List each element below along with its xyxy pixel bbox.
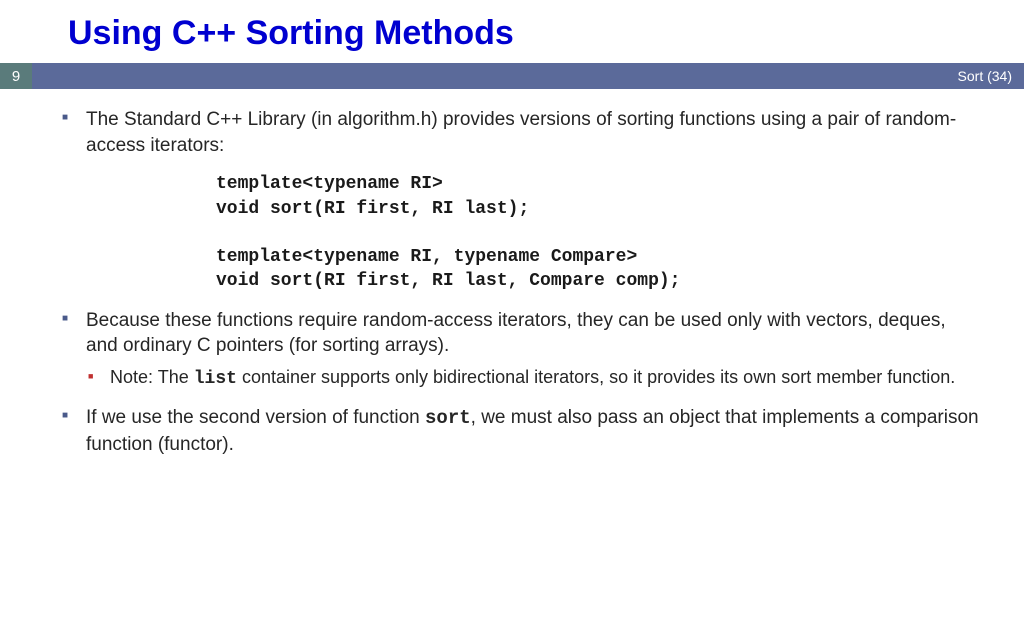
inline-code-sort: sort <box>425 407 471 429</box>
inline-code-list: list <box>194 369 237 389</box>
slide-title: Using C++ Sorting Methods <box>0 0 1024 63</box>
bullet-2-sub-pre: Note: The <box>110 367 194 387</box>
bullet-2: Because these functions require random-a… <box>62 308 980 392</box>
header-bar: 9 Sort (34) <box>0 63 1024 89</box>
code-block: template<typename RI> void sort(RI first… <box>216 172 980 293</box>
bullet-2-sub: Note: The list container supports only b… <box>86 365 980 391</box>
bullet-1: The Standard C++ Library (in algorithm.h… <box>62 107 980 294</box>
bullet-3-pre: If we use the second version of function <box>86 407 425 428</box>
footer-right: Sort (34) <box>958 63 1024 89</box>
bullet-1-text: The Standard C++ Library (in algorithm.h… <box>86 109 956 156</box>
bullet-3: If we use the second version of function… <box>62 405 980 457</box>
bullet-2-sub-post: container supports only bidirectional it… <box>237 367 955 387</box>
bullet-2-text: Because these functions require random-a… <box>86 310 946 357</box>
bar-spacer <box>32 63 958 89</box>
slide-number: 9 <box>0 63 32 89</box>
slide-content: The Standard C++ Library (in algorithm.h… <box>0 89 1024 458</box>
